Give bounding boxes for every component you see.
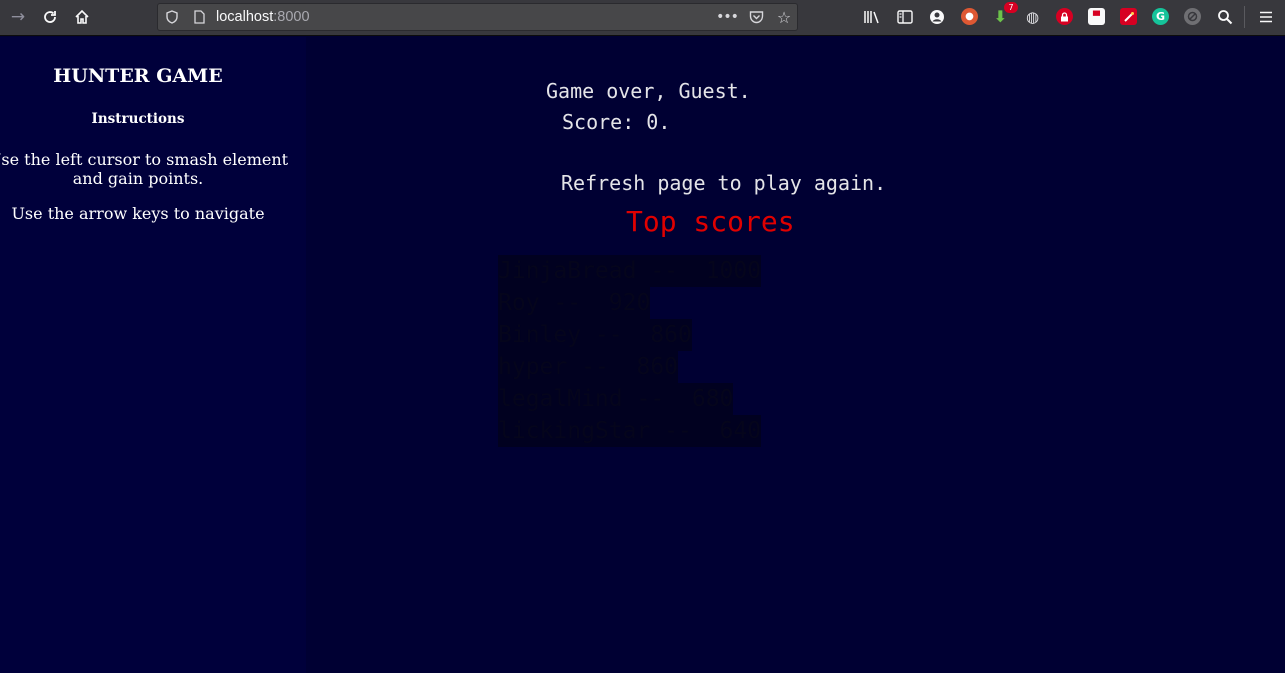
page-icon[interactable] [190, 8, 208, 26]
duckduckgo-icon[interactable]: ● [961, 8, 978, 25]
refresh-message: Refresh page to play again. [561, 171, 887, 195]
globe-icon[interactable]: ◍ [1024, 8, 1041, 26]
shield-icon[interactable] [163, 8, 181, 26]
top-score-row: Binley -- 860 [498, 319, 692, 351]
url-text[interactable]: localhost:8000 [216, 9, 310, 25]
top-score-row: JinjaBread -- 1000 [498, 255, 762, 287]
instructions-heading: Instructions [91, 111, 185, 127]
game-title: HUNTER GAME [53, 65, 223, 87]
color-picker-icon[interactable] [1120, 8, 1137, 25]
search-zoom-icon[interactable] [1216, 8, 1233, 25]
game-over-message: Game over, Guest. [546, 79, 751, 103]
ellipsis-icon[interactable]: ••• [716, 8, 739, 26]
arrow-forward-icon[interactable]: → [4, 4, 32, 30]
grammarly-icon[interactable]: G [1152, 8, 1169, 25]
browser-toolbar: → localhost:8000 ••• ☆ ● ⬇ 7 ◍ ▀ G [0, 0, 1285, 36]
home-icon[interactable] [68, 4, 96, 30]
toolbar-divider [1244, 6, 1245, 28]
library-icon[interactable] [858, 4, 886, 30]
blocked-icon[interactable] [1184, 8, 1201, 25]
top-score-row: legalMind -- 680 [498, 383, 734, 415]
url-port: :8000 [273, 9, 310, 25]
sidebar-icon[interactable] [891, 4, 919, 30]
star-icon[interactable]: ☆ [775, 8, 793, 27]
reload-icon[interactable] [36, 4, 64, 30]
instruction-navigate: Use the arrow keys to navigate [11, 204, 265, 223]
account-icon[interactable] [923, 4, 951, 30]
score-text: Score: 0. [562, 110, 671, 134]
calendar-icon[interactable]: ▀ [1088, 8, 1105, 25]
url-host: localhost [216, 9, 274, 25]
instructions-sidebar: HUNTER GAME Instructions Use the left cu… [0, 37, 306, 673]
hamburger-menu-icon[interactable] [1252, 4, 1280, 30]
instruction-smash: Use the left cursor to smash element and… [0, 150, 289, 188]
top-scores-title: Top scores [626, 205, 795, 238]
top-score-row: Roy -- 920 [498, 287, 651, 319]
url-bar[interactable]: localhost:8000 ••• ☆ [157, 3, 798, 31]
downloads-badge: 7 [1004, 2, 1018, 13]
top-scores-list: JinjaBread -- 1000 Roy -- 920 Binley -- … [498, 255, 762, 447]
lock-extension-icon[interactable] [1056, 8, 1073, 25]
game-area: Game over, Guest. Score: 0. Refresh page… [306, 37, 1285, 673]
pocket-icon[interactable] [747, 8, 765, 26]
top-score-row: hyper -- 860 [498, 351, 679, 383]
top-score-row: lickingStar -- 640 [498, 415, 762, 447]
